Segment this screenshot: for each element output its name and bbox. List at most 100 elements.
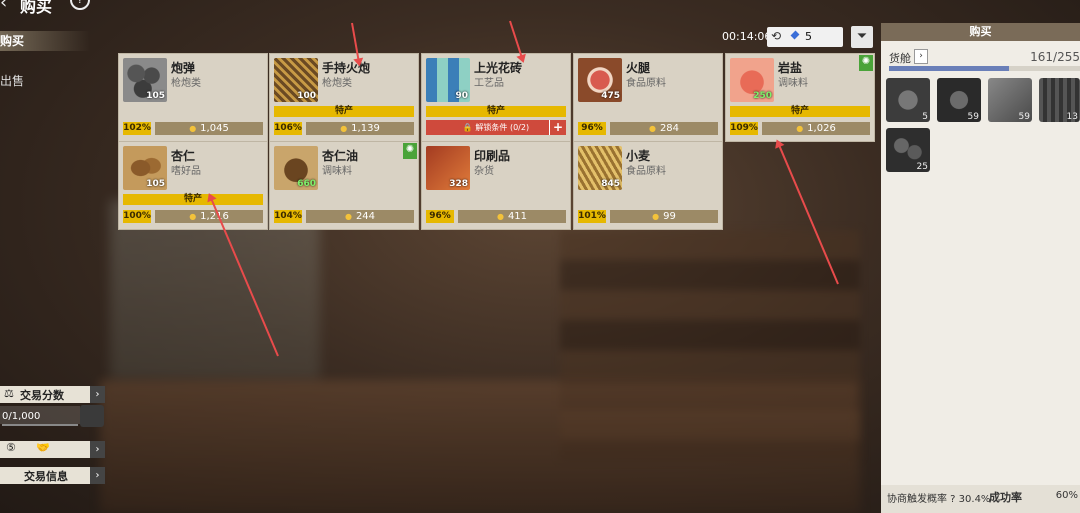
goods-price: 411 bbox=[458, 210, 566, 223]
refresh-cost: 5 bbox=[805, 30, 812, 43]
negotiation-icon: ✺ bbox=[859, 55, 873, 71]
goods-icon: 105 bbox=[123, 146, 167, 190]
goods-qty: 105 bbox=[146, 91, 165, 101]
cargo-value: 161/255 bbox=[1030, 50, 1080, 64]
goods-qty: 328 bbox=[449, 179, 468, 189]
cargo-slot[interactable]: 59 bbox=[988, 78, 1032, 122]
goods-price: 99 bbox=[610, 210, 718, 223]
scale-icon: ⚖ bbox=[4, 387, 14, 400]
goods-card[interactable]: 475火腿食品原料96%284 bbox=[573, 53, 723, 142]
goods-icon: 90 bbox=[426, 58, 470, 102]
goods-price: 244 bbox=[306, 210, 414, 223]
trade-info-button[interactable]: 交易信息 › bbox=[0, 467, 105, 484]
price-percent: 100% bbox=[123, 210, 151, 223]
price-percent: 102% bbox=[123, 122, 151, 135]
price-percent: 101% bbox=[578, 210, 606, 223]
specialty-badge: 特产 bbox=[274, 106, 414, 117]
goods-icon: 845 bbox=[578, 146, 622, 190]
back-button[interactable]: ‹ bbox=[0, 0, 7, 13]
goods-category: 食品原料 bbox=[626, 166, 666, 177]
goods-qty: 845 bbox=[601, 179, 620, 189]
tab-sell[interactable]: 出售 bbox=[0, 72, 24, 89]
goods-icon: 475 bbox=[578, 58, 622, 102]
cargo-expand-button[interactable]: › bbox=[914, 49, 928, 64]
goods-category: 枪炮类 bbox=[322, 78, 352, 89]
goods-card[interactable]: 100手持火炮枪炮类特产106%1,139 bbox=[269, 53, 419, 142]
goods-icon: 100 bbox=[274, 58, 318, 102]
negotiation-button[interactable]: ⑤ 🤝 › bbox=[0, 441, 105, 458]
goods-category: 杂货 bbox=[474, 166, 494, 177]
goods-qty: 250 bbox=[753, 91, 772, 101]
goods-price: 1,139 bbox=[306, 122, 414, 135]
goods-category: 调味料 bbox=[322, 166, 352, 177]
negotiation-icon: ✺ bbox=[403, 143, 417, 159]
price-percent: 106% bbox=[274, 122, 302, 135]
price-percent: 104% bbox=[274, 210, 302, 223]
filter-icon[interactable]: ⏷ bbox=[851, 26, 873, 48]
unlock-condition: 解锁条件 (0/2) bbox=[475, 123, 530, 132]
chest-icon[interactable] bbox=[80, 405, 104, 427]
cargo-slot[interactable]: 59 bbox=[937, 78, 981, 122]
chevron-right-icon: › bbox=[90, 467, 105, 484]
lock-icon: 🔒 bbox=[462, 123, 473, 132]
trade-score-label: 交易分数 bbox=[20, 389, 64, 402]
goods-qty: 105 bbox=[146, 179, 165, 189]
page-title: 购买 bbox=[20, 0, 53, 16]
cargo-slot[interactable]: 5 bbox=[886, 78, 930, 122]
tab-buy[interactable]: 购买 bbox=[0, 31, 90, 51]
goods-card[interactable]: 328印刷品杂货96%411 bbox=[421, 141, 571, 230]
chevron-right-icon: › bbox=[90, 386, 105, 403]
chevron-right-icon: › bbox=[90, 441, 105, 458]
price-percent: 96% bbox=[578, 122, 606, 135]
price-percent: 96% bbox=[426, 210, 454, 223]
success-rate-value: 60% bbox=[1055, 490, 1078, 501]
level-badge-icon: ⑤ bbox=[6, 441, 16, 454]
goods-icon: 105 bbox=[123, 58, 167, 102]
goods-qty: 100 bbox=[297, 91, 316, 101]
goods-price: 1,045 bbox=[155, 122, 263, 135]
price-percent: 109% bbox=[730, 122, 758, 135]
goods-category: 调味料 bbox=[778, 78, 808, 89]
goods-category: 枪炮类 bbox=[171, 78, 201, 89]
negotiation-stats: 协商触发概率 ? 30.4% 成功率 60% bbox=[881, 485, 1080, 513]
refresh-icon: ⟲ bbox=[771, 29, 782, 43]
add-icon[interactable]: + bbox=[549, 120, 566, 135]
gem-icon bbox=[790, 30, 800, 40]
goods-qty: 90 bbox=[455, 91, 468, 101]
goods-category: 工艺品 bbox=[474, 78, 504, 89]
goods-card[interactable]: 845小麦食品原料101%99 bbox=[573, 141, 723, 230]
refresh-button[interactable]: ⟲ 5 bbox=[767, 27, 843, 47]
trade-score-button[interactable]: ⚖ 交易分数 › bbox=[0, 386, 105, 403]
goods-qty: 660 bbox=[297, 179, 316, 189]
specialty-badge: 特产 bbox=[123, 194, 263, 205]
goods-card[interactable]: 250岩盐调味料特产✺109%1,026 bbox=[725, 53, 875, 142]
cargo-bar bbox=[889, 66, 1080, 71]
goods-card[interactable]: 660杏仁油调味料✺104%244 bbox=[269, 141, 419, 230]
cargo-panel: 购买 货舱 › 161/255 5 59 59 13 25 协商触发概率 ? 3… bbox=[881, 23, 1080, 513]
cargo-label: 货舱 bbox=[889, 52, 911, 65]
goods-price: 1,216 bbox=[155, 210, 263, 223]
goods-price: 284 bbox=[610, 122, 718, 135]
trade-info-label: 交易信息 bbox=[24, 470, 68, 483]
trade-score-value: 0/1,000 bbox=[2, 411, 41, 422]
goods-price: 1,026 bbox=[762, 122, 870, 135]
trade-score-track bbox=[2, 424, 78, 426]
cargo-panel-title: 购买 bbox=[881, 23, 1080, 41]
goods-icon: 660 bbox=[274, 146, 318, 190]
unlock-condition-bar[interactable]: 🔒 解锁条件 (0/2) + bbox=[426, 120, 566, 135]
negotiation-chance: 协商触发概率 ? 30.4% bbox=[887, 494, 991, 505]
cargo-slot[interactable]: 13 bbox=[1039, 78, 1080, 122]
handshake-icon: 🤝 bbox=[36, 441, 50, 454]
goods-qty: 475 bbox=[601, 91, 620, 101]
goods-card[interactable]: 105杏仁嗜好品特产100%1,216 bbox=[118, 141, 268, 230]
goods-category: 嗜好品 bbox=[171, 166, 201, 177]
goods-card[interactable]: 105炮弹枪炮类102%1,045 bbox=[118, 53, 268, 142]
goods-icon: 328 bbox=[426, 146, 470, 190]
refresh-timer: 00:14:06 bbox=[722, 30, 772, 43]
specialty-badge: 特产 bbox=[426, 106, 566, 117]
cargo-slot[interactable]: 25 bbox=[886, 128, 930, 172]
specialty-badge: 特产 bbox=[730, 106, 870, 117]
success-rate-label: 成功率 bbox=[989, 491, 1022, 504]
goods-card[interactable]: 90 上光花砖 工艺品 特产 🔒 解锁条件 (0/2) + bbox=[421, 53, 571, 142]
goods-category: 食品原料 bbox=[626, 78, 666, 89]
